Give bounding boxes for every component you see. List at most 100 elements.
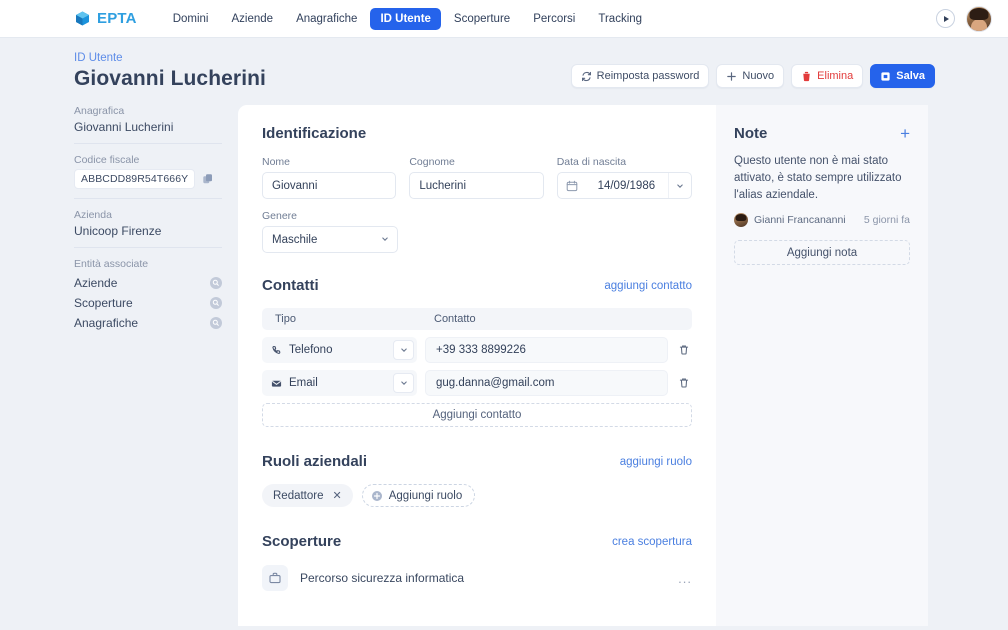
contatti-header: Contatti aggiungi contatto (262, 277, 692, 294)
identificazione-header: Identificazione (262, 125, 692, 142)
contatto-tipo-select[interactable]: Telefono (262, 337, 417, 363)
calendar-icon (558, 180, 585, 192)
scoperture-header: Scoperture crea scopertura (262, 533, 692, 550)
chevron-down-icon[interactable] (668, 173, 691, 198)
search-circle-icon[interactable] (210, 297, 222, 309)
brand-text: EPTA (97, 10, 137, 27)
sidebar-anagrafica: Anagrafica Giovanni Lucherini (74, 105, 222, 144)
contatti-title: Contatti (262, 277, 319, 294)
codice-fiscale-row: ABBCDD89R54T666Y (74, 169, 222, 189)
note-title: Note (734, 125, 767, 142)
anagrafica-label: Anagrafica (74, 105, 222, 117)
nav-item-aziende[interactable]: Aziende (222, 8, 284, 30)
data-nascita-input[interactable]: 14/09/1986 (557, 172, 692, 199)
chevron-down-icon[interactable] (393, 340, 414, 360)
sidebar-item-anagrafiche[interactable]: Anagrafiche (74, 313, 222, 333)
reset-password-button[interactable]: Reimposta password (571, 64, 710, 88)
page-title-group: ID Utente Giovanni Lucherini (74, 52, 266, 91)
nav-item-anagrafiche[interactable]: Anagrafiche (286, 8, 367, 30)
plus-circle-icon (371, 490, 383, 502)
nav-item-scoperture[interactable]: Scoperture (444, 8, 520, 30)
brand-logo[interactable]: EPTA (74, 10, 137, 27)
add-note-button[interactable]: Aggiungi nota (734, 240, 910, 265)
nome-label: Nome (262, 156, 396, 168)
close-icon[interactable]: ✕ (333, 489, 342, 502)
trash-icon (801, 71, 812, 82)
ruolo-chip[interactable]: Redattore ✕ (262, 484, 353, 507)
note-timestamp: 5 giorni fa (864, 214, 910, 226)
nav-item-percorsi[interactable]: Percorsi (523, 8, 585, 30)
note-meta: Gianni Francananni 5 giorni fa (734, 213, 910, 227)
chevron-down-icon[interactable] (393, 373, 414, 393)
ruoli-header: Ruoli aziendali aggiungi ruolo (262, 453, 692, 470)
genere-field-group: Genere Maschile (262, 210, 398, 253)
nome-input[interactable]: Giovanni (262, 172, 396, 199)
reset-password-label: Reimposta password (597, 70, 700, 82)
briefcase-icon (262, 565, 288, 591)
crea-scopertura-link[interactable]: crea scopertura (612, 536, 692, 548)
ruolo-chip-label: Redattore (273, 490, 324, 502)
genere-value: Maschile (272, 234, 317, 246)
sidebar-item-scoperture[interactable]: Scoperture (74, 293, 222, 313)
codice-fiscale-value: ABBCDD89R54T666Y (74, 169, 195, 189)
identificazione-title: Identificazione (262, 125, 366, 142)
genere-select[interactable]: Maschile (262, 226, 398, 253)
contatti-table-header: Tipo Contatto (262, 308, 692, 330)
sidebar-codice-fiscale: Codice fiscale ABBCDD89R54T666Y (74, 154, 222, 199)
contatto-tipo-select[interactable]: Email (262, 370, 417, 396)
ruoli-chip-list: Redattore ✕ Aggiungi ruolo (262, 484, 692, 507)
page-body: Anagrafica Giovanni Lucherini Codice fis… (0, 105, 1008, 626)
note-header: Note + (734, 125, 910, 142)
nav-right-group (936, 6, 992, 32)
avatar[interactable] (966, 6, 992, 32)
sidebar-entita: Entità associate Aziende Scoperture (74, 258, 222, 342)
contatto-tipo-value: Telefono (289, 344, 332, 356)
sidebar-azienda: Azienda Unicoop Firenze (74, 209, 222, 248)
search-circle-icon[interactable] (210, 317, 222, 329)
anagrafica-value[interactable]: Giovanni Lucherini (74, 120, 222, 134)
list-item[interactable]: Percorso sicurezza informatica ... (262, 556, 692, 591)
nav-item-domini[interactable]: Domini (163, 8, 219, 30)
identificazione-row-1: Nome Giovanni Cognome Lucherini Data di … (262, 156, 692, 199)
scopertura-name: Percorso sicurezza informatica (300, 571, 464, 585)
entita-label-anagrafiche: Anagrafiche (74, 316, 138, 330)
note-author-avatar (734, 213, 748, 227)
save-disk-icon (880, 71, 891, 82)
contatto-valore-input[interactable]: gug.danna@gmail.com (425, 370, 668, 396)
column-header-tipo: Tipo (262, 313, 424, 325)
save-label: Salva (896, 70, 925, 82)
nome-field-group: Nome Giovanni (262, 156, 396, 199)
play-icon[interactable] (936, 9, 955, 28)
nav-item-id-utente[interactable]: ID Utente (370, 8, 440, 30)
save-button[interactable]: Salva (870, 64, 935, 88)
new-label: Nuovo (742, 70, 774, 82)
table-row: Email gug.danna@gmail.com (262, 370, 692, 396)
delete-button[interactable]: Elimina (791, 64, 863, 88)
breadcrumb[interactable]: ID Utente (74, 52, 266, 64)
add-ruolo-button[interactable]: Aggiungi ruolo (362, 484, 476, 507)
top-navigation-bar: EPTA Domini Aziende Anagrafiche ID Utent… (0, 0, 1008, 38)
main-content-card: Identificazione Nome Giovanni Cognome Lu… (238, 105, 716, 626)
cognome-input[interactable]: Lucherini (409, 172, 543, 199)
aggiungi-ruolo-link[interactable]: aggiungi ruolo (620, 456, 692, 468)
aggiungi-contatto-link[interactable]: aggiungi contatto (604, 280, 692, 292)
page-actions: Reimposta password Nuovo Elimina (571, 52, 1008, 88)
cognome-field-group: Cognome Lucherini (409, 156, 543, 199)
delete-contact-icon[interactable] (676, 344, 692, 356)
contatto-valore-input[interactable]: +39 333 8899226 (425, 337, 668, 363)
azienda-value[interactable]: Unicoop Firenze (74, 224, 222, 238)
copy-icon[interactable] (202, 173, 214, 185)
chevron-down-icon[interactable] (381, 234, 389, 246)
row-menu-icon[interactable]: ... (678, 571, 692, 586)
nav-item-tracking[interactable]: Tracking (588, 8, 652, 30)
note-panel: Note + Questo utente non è mai stato att… (716, 105, 928, 626)
delete-contact-icon[interactable] (676, 377, 692, 389)
new-button[interactable]: Nuovo (716, 64, 784, 88)
entita-label-scoperture: Scoperture (74, 296, 133, 310)
table-row: Telefono +39 333 8899226 (262, 337, 692, 363)
add-contact-row-button[interactable]: Aggiungi contatto (262, 403, 692, 427)
search-circle-icon[interactable] (210, 277, 222, 289)
sidebar-item-aziende[interactable]: Aziende (74, 273, 222, 293)
add-ruolo-label: Aggiungi ruolo (389, 490, 463, 502)
add-note-icon[interactable]: + (900, 125, 910, 142)
